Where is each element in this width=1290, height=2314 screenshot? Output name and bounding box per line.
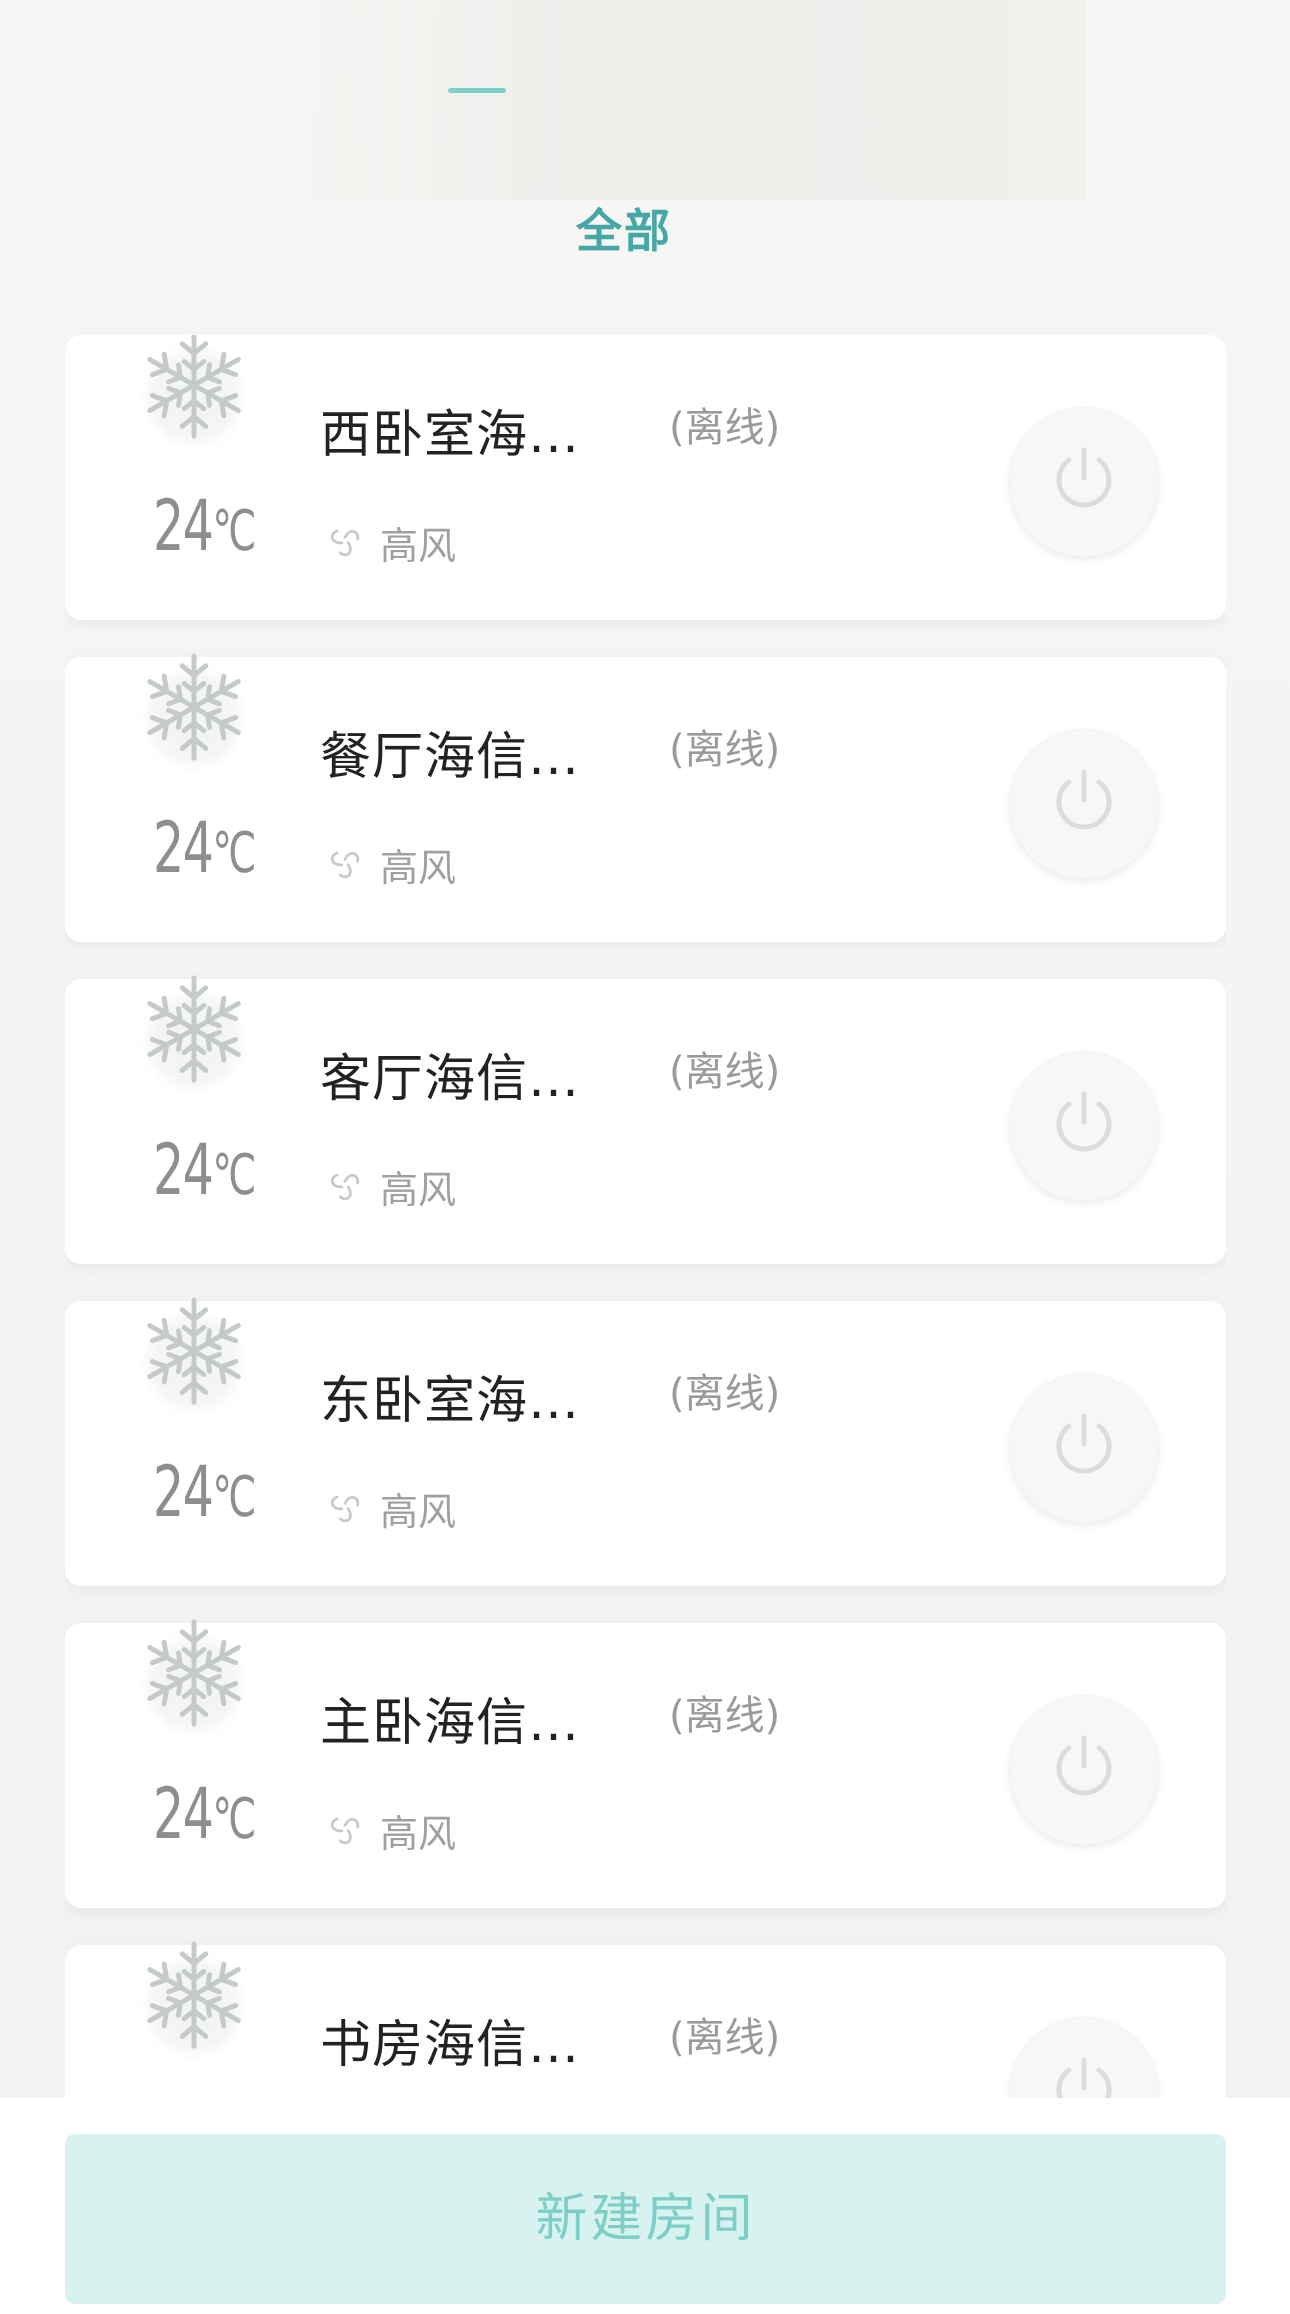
- temperature-value: 24℃: [153, 485, 257, 567]
- fan-icon: [330, 529, 360, 557]
- fan-icon: [330, 1495, 360, 1523]
- wind-mode: 高风: [380, 1490, 457, 1534]
- add-room-button[interactable]: 新建房间: [65, 2134, 1226, 2304]
- device-name: 书房海信…: [320, 2016, 581, 2075]
- fan-icon: [330, 1173, 360, 1201]
- snowflake-icon: [135, 653, 253, 767]
- wind-mode: 高风: [380, 1168, 457, 1212]
- device-card[interactable]: 24℃ 餐厅海信… (离线) 高风: [65, 653, 1226, 942]
- power-button[interactable]: [1009, 2017, 1159, 2100]
- bottom-bar: 新建房间: [0, 2098, 1290, 2314]
- tab-indicator: [448, 88, 506, 93]
- temperature-value: 24℃: [153, 1773, 257, 1855]
- device-name: 西卧室海…: [320, 406, 581, 465]
- power-icon: [1056, 447, 1112, 508]
- device-name: 主卧海信…: [320, 1694, 581, 1753]
- snowflake-icon: [135, 335, 253, 445]
- background-decor: [265, 0, 1085, 200]
- device-name: 客厅海信…: [320, 1050, 581, 1109]
- device-status: (离线): [669, 2015, 781, 2061]
- wind-mode: 高风: [380, 846, 457, 890]
- device-card[interactable]: 24℃ 东卧室海… (离线) 高风: [65, 1297, 1226, 1586]
- power-button[interactable]: [1009, 1051, 1159, 1201]
- power-icon: [1056, 2057, 1112, 2100]
- temperature-value: 24℃: [153, 1451, 257, 1533]
- power-icon: [1056, 769, 1112, 830]
- power-button[interactable]: [1009, 1373, 1159, 1523]
- snowflake-icon: [135, 1619, 253, 1733]
- device-list-page: 全部 24℃ 西卧室海… (离线) 高风 24℃ 餐厅海信… (离线) 高风 2…: [0, 0, 1290, 2314]
- device-card[interactable]: 24℃ 主卧海信… (离线) 高风: [65, 1619, 1226, 1908]
- wind-mode: 高风: [380, 524, 457, 568]
- device-card[interactable]: 24℃ 客厅海信… (离线) 高风: [65, 975, 1226, 1264]
- snowflake-icon: [135, 975, 253, 1089]
- tab-all[interactable]: 全部: [0, 195, 1248, 261]
- snowflake-icon: [135, 1297, 253, 1411]
- device-status: (离线): [669, 405, 781, 451]
- device-card[interactable]: 24℃ 书房海信… (离线) 高风: [65, 1941, 1226, 2100]
- device-list: 24℃ 西卧室海… (离线) 高风 24℃ 餐厅海信… (离线) 高风 24℃ …: [65, 335, 1226, 2100]
- device-status: (离线): [669, 1371, 781, 1417]
- temperature-value: 24℃: [153, 1129, 257, 1211]
- device-status: (离线): [669, 727, 781, 773]
- device-name: 餐厅海信…: [320, 728, 581, 787]
- power-icon: [1056, 1413, 1112, 1474]
- fan-icon: [330, 851, 360, 879]
- temperature-value: 24℃: [153, 807, 257, 889]
- power-icon: [1056, 1735, 1112, 1796]
- power-button[interactable]: [1009, 1695, 1159, 1845]
- power-button[interactable]: [1009, 407, 1159, 557]
- snowflake-icon: [135, 1941, 253, 2055]
- fan-icon: [330, 1817, 360, 1845]
- wind-mode: 高风: [380, 1812, 457, 1856]
- power-button[interactable]: [1009, 729, 1159, 879]
- device-status: (离线): [669, 1049, 781, 1095]
- device-card[interactable]: 24℃ 西卧室海… (离线) 高风: [65, 335, 1226, 620]
- device-status: (离线): [669, 1693, 781, 1739]
- device-name: 东卧室海…: [320, 1372, 581, 1431]
- power-icon: [1056, 1091, 1112, 1152]
